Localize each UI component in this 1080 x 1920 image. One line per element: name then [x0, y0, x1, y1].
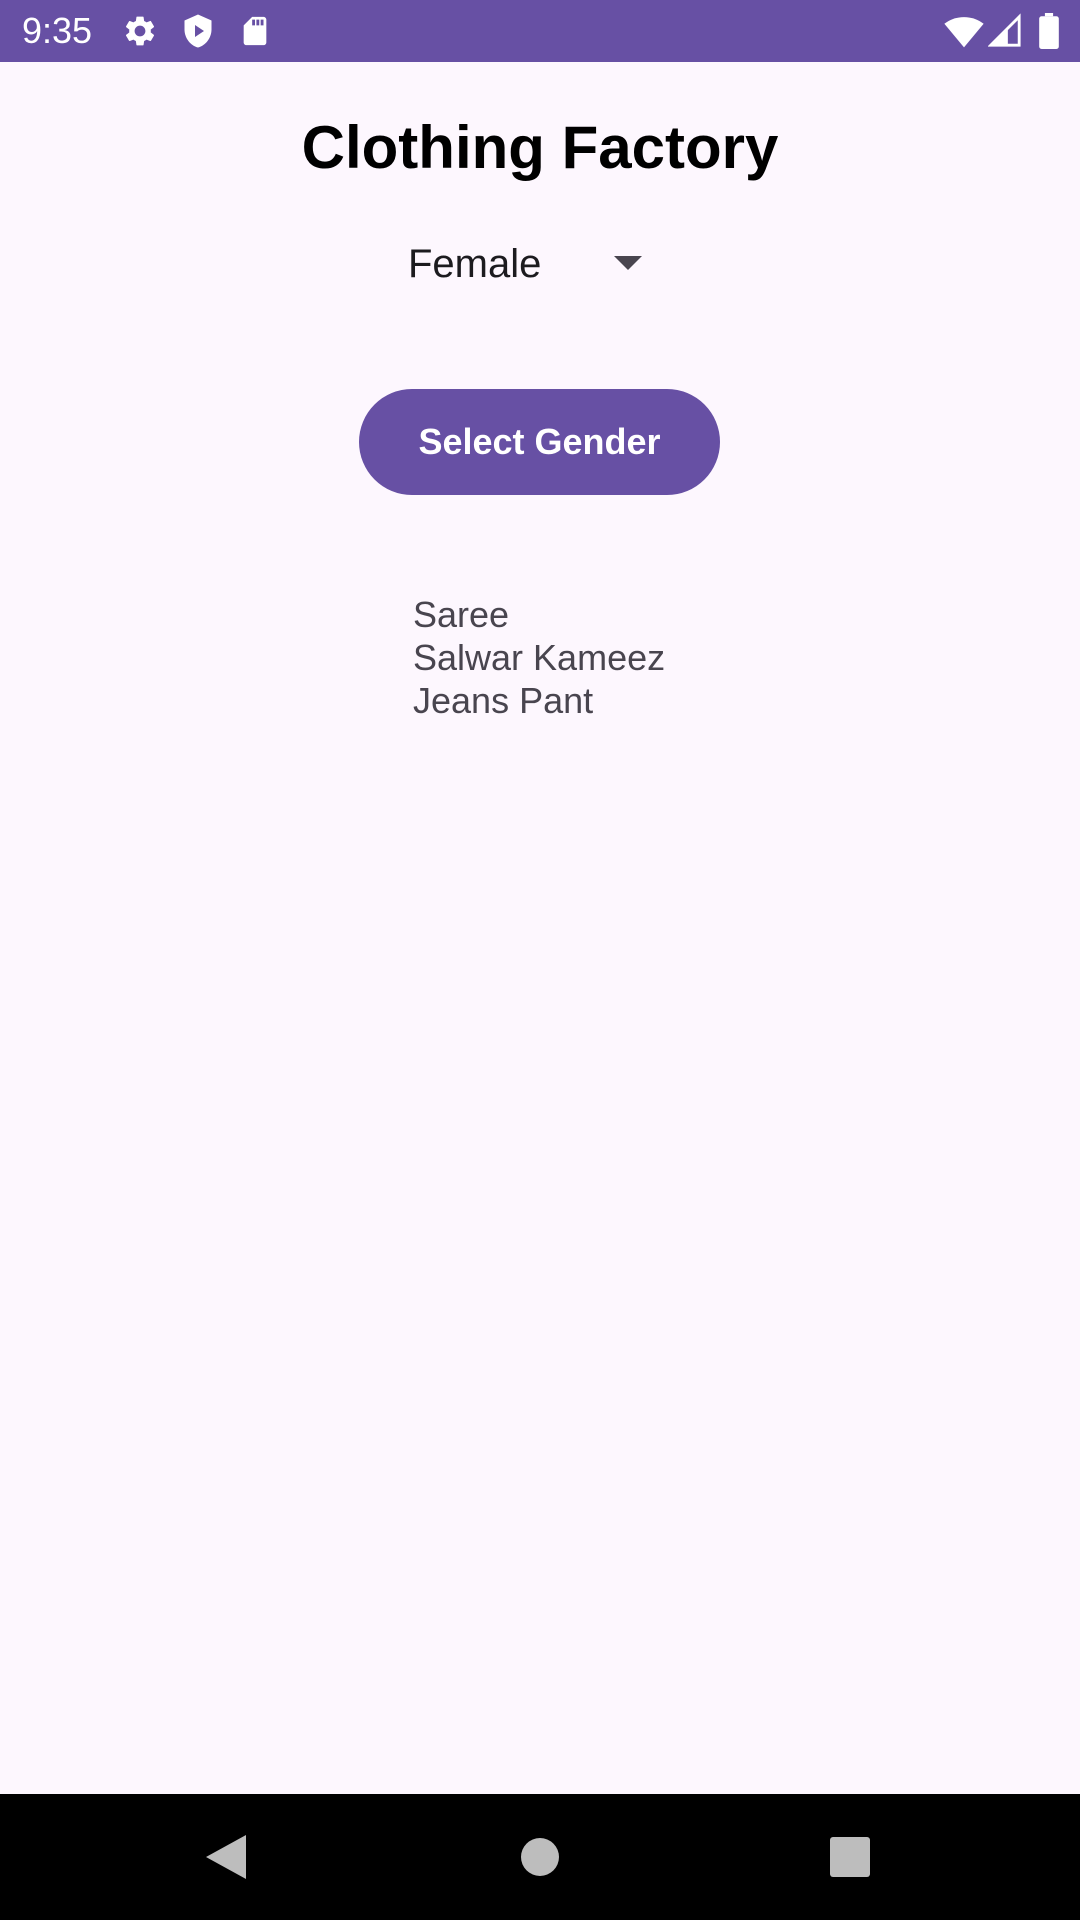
battery-icon: [1038, 13, 1060, 49]
recents-icon: [830, 1837, 870, 1877]
dropdown-arrow-icon: [614, 256, 642, 275]
recents-button[interactable]: [790, 1794, 910, 1920]
back-button[interactable]: [166, 1794, 286, 1920]
select-gender-button-label: Select Gender: [418, 421, 661, 462]
back-icon: [206, 1835, 246, 1879]
home-icon: [521, 1838, 559, 1876]
list-item: Saree: [413, 594, 510, 635]
home-button[interactable]: [480, 1794, 600, 1920]
gender-spinner[interactable]: Female: [392, 232, 662, 296]
list-item: Salwar Kameez: [413, 637, 666, 678]
list-item: Jeans Pant: [413, 680, 594, 721]
status-bar: 9:35: [0, 0, 1080, 62]
status-time: 9:35: [22, 10, 93, 51]
gear-icon: [122, 13, 158, 49]
spinner-selected-value: Female: [408, 242, 542, 286]
signal-icon: [988, 13, 1022, 49]
wifi-icon: [944, 13, 984, 49]
navigation-bar: [0, 1794, 1080, 1920]
app-screen: 9:35 Clothing Factory Female Select Gend…: [0, 0, 1080, 1920]
clothing-items-list: Saree Salwar Kameez Jeans Pant: [413, 593, 665, 722]
page-title: Clothing Factory: [301, 114, 779, 181]
select-gender-button[interactable]: Select Gender: [359, 389, 720, 495]
sd-card-icon: [238, 13, 272, 49]
shield-icon: [180, 13, 216, 49]
